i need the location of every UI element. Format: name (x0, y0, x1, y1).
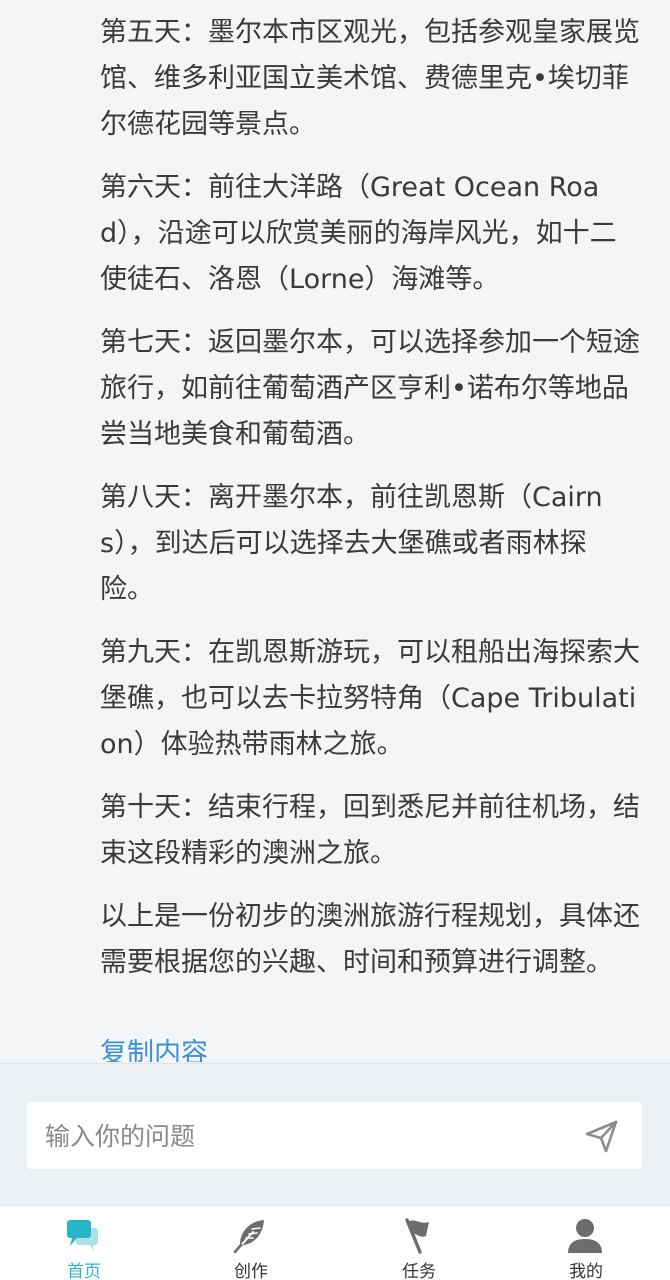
tab-tasks[interactable]: 任务 (359, 1206, 479, 1280)
answer-paragraph-summary: 以上是一份初步的澳洲旅游行程规划，具体还需要根据您的兴趣、时间和预算进行调整。 (100, 901, 640, 978)
send-icon (585, 1120, 618, 1153)
bottom-tab-bar: 首页 创作 任务 我的 (0, 1205, 670, 1280)
user-icon (566, 1216, 604, 1254)
answer-paragraph-day10: 第十天：结束行程，回到悉尼并前往机场，结束这段精彩的澳洲之旅。 (100, 792, 640, 869)
feather-icon (231, 1216, 269, 1254)
tab-tasks-label: 任务 (402, 1262, 436, 1280)
tab-home-label: 首页 (67, 1262, 101, 1280)
tab-mine-label: 我的 (569, 1262, 603, 1280)
answer-paragraph-day9: 第九天：在凯恩斯游玩，可以租船出海探索大堡礁，也可以去卡拉努特角（Cape Tr… (100, 637, 640, 760)
tab-mine[interactable]: 我的 (526, 1206, 646, 1280)
copy-content-link[interactable]: 复制内容 (100, 1034, 208, 1062)
app-screen: 第五天：墨尔本市区观光，包括参观皇家展览馆、维多利亚国立美术馆、费德里克•埃切菲… (0, 0, 670, 1280)
chat-bubbles-icon (64, 1216, 102, 1254)
answer-paragraph-day6: 第六天：前往大洋路（Great Ocean Road），沿途可以欣赏美丽的海岸风… (100, 172, 617, 295)
answer-paragraph-day5: 第五天：墨尔本市区观光，包括参观皇家展览馆、维多利亚国立美术馆、费德里克•埃切菲… (100, 17, 640, 140)
tab-create[interactable]: 创作 (191, 1206, 311, 1280)
tab-create-label: 创作 (234, 1262, 268, 1280)
question-input-box (27, 1102, 642, 1171)
answer-paragraph-day8: 第八天：离开墨尔本，前往凯恩斯（Cairns），到达后可以选择去大堡礁或者雨林探… (100, 482, 603, 605)
answer-paragraph-day7: 第七天：返回墨尔本，可以选择参加一个短途旅行，如前往葡萄酒产区亨利•诺布尔等地品… (100, 327, 640, 450)
question-input[interactable] (43, 1102, 567, 1171)
tab-home[interactable]: 首页 (24, 1206, 144, 1280)
chat-answer-content: 第五天：墨尔本市区观光，包括参观皇家展览馆、维多利亚国立美术馆、费德里克•埃切菲… (100, 0, 640, 1062)
input-area (0, 1063, 670, 1205)
flag-icon (399, 1216, 437, 1254)
send-button[interactable] (582, 1116, 622, 1156)
